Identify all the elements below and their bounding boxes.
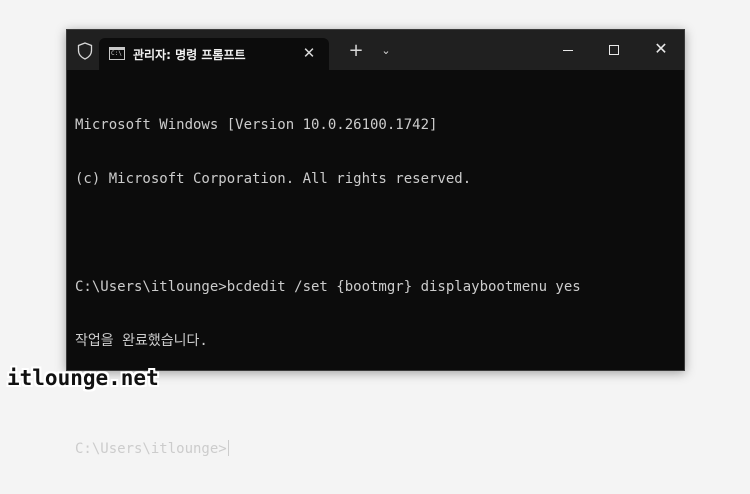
text-cursor — [227, 440, 229, 456]
command-prompt-icon-text: C:\ — [111, 50, 122, 57]
minimize-button[interactable] — [545, 30, 591, 70]
shield-icon — [77, 42, 93, 60]
close-button[interactable]: ✕ — [638, 30, 684, 70]
terminal-line: C:\Users\itlounge>bcdedit /set {bootmgr}… — [75, 279, 581, 295]
close-icon: ✕ — [654, 39, 668, 58]
command-prompt-icon: C:\ — [109, 47, 125, 60]
terminal-line: 작업을 완료했습니다. — [75, 333, 208, 349]
maximize-icon — [609, 45, 619, 55]
terminal-output[interactable]: Microsoft Windows [Version 10.0.26100.17… — [75, 80, 676, 457]
new-tab-button[interactable]: + — [345, 40, 367, 62]
tab-dropdown-button[interactable]: ⌄ — [377, 40, 395, 62]
minimize-icon — [563, 50, 573, 51]
maximize-button[interactable] — [591, 30, 637, 70]
terminal-window: C:\ 관리자: 명령 프롬프트 ✕ + ⌄ ✕ Microsoft Windo… — [66, 29, 685, 457]
tab-title: 관리자: 명령 프롬프트 — [133, 48, 246, 62]
terminal-line: Microsoft Windows [Version 10.0.26100.17… — [75, 117, 438, 133]
terminal-line: (c) Microsoft Corporation. All rights re… — [75, 171, 472, 187]
tab-close-button[interactable]: ✕ — [299, 42, 319, 64]
watermark: itlounge.net — [7, 366, 159, 390]
prompt-line[interactable]: C:\Users\itlounge> — [75, 440, 676, 458]
tab-command-prompt[interactable]: C:\ 관리자: 명령 프롬프트 ✕ — [99, 38, 329, 70]
title-bar[interactable]: C:\ 관리자: 명령 프롬프트 ✕ + ⌄ ✕ — [67, 30, 684, 70]
prompt-text: C:\Users\itlounge> — [75, 441, 227, 457]
